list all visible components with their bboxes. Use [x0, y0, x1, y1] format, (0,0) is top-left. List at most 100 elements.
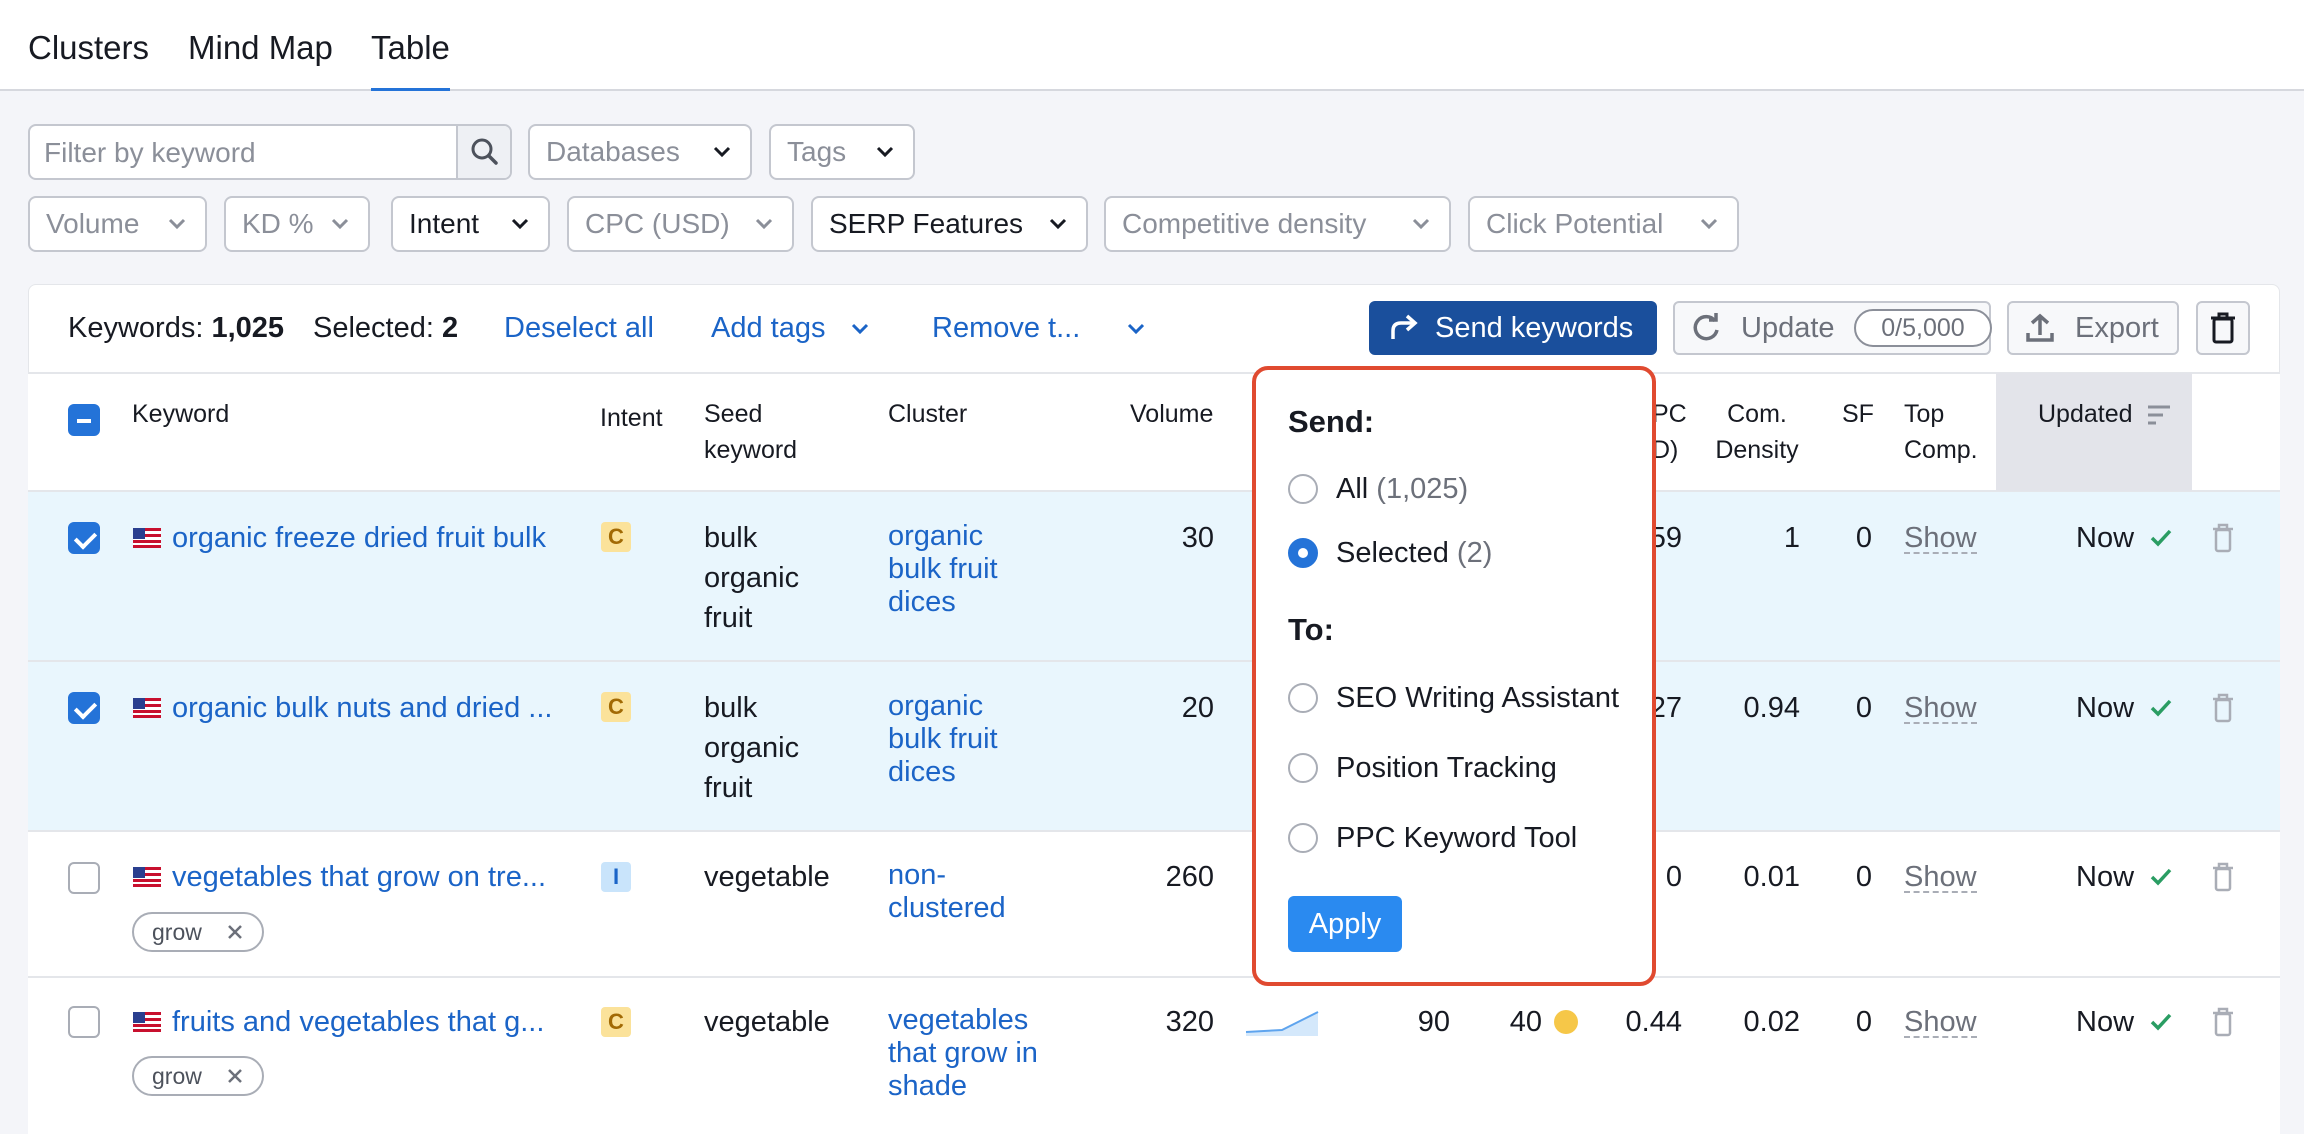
column-seed-keyword[interactable]: Seed keyword [704, 396, 797, 468]
radio-seo-writing-assistant[interactable] [1288, 683, 1318, 713]
cluster-link[interactable]: organic bulk fruit dices [888, 520, 998, 619]
close-icon[interactable] [226, 1067, 244, 1085]
keyword-link[interactable]: organic freeze dried fruit bulk [172, 518, 546, 558]
radio-send-all-label[interactable]: All (1,025) [1336, 469, 1468, 509]
radio-ppc-keyword-tool[interactable] [1288, 823, 1318, 853]
tags-dropdown[interactable]: Tags [769, 124, 915, 180]
trash-icon[interactable] [2211, 523, 2235, 553]
serp-features-dropdown[interactable]: SERP Features [811, 196, 1088, 252]
column-cpc[interactable]: PC D) [1652, 396, 1687, 468]
deselect-all-link[interactable]: Deselect all [504, 308, 654, 348]
select-all-checkbox[interactable] [68, 404, 100, 436]
keyword-link[interactable]: vegetables that grow on tre... [172, 857, 546, 897]
trash-icon [2211, 312, 2235, 344]
competitive-density-label: Competitive density [1122, 208, 1367, 239]
column-seed-keyword-line2: keyword [704, 436, 798, 464]
send-all-count: (1,025) [1376, 473, 1469, 505]
show-competitors-link[interactable]: Show [1904, 518, 1977, 554]
search-button[interactable] [456, 126, 510, 178]
sort-icon[interactable] [2146, 404, 2172, 426]
radio-ppc-keyword-tool-label[interactable]: PPC Keyword Tool [1336, 818, 1577, 858]
trash-icon[interactable] [2211, 693, 2235, 723]
row-checkbox[interactable] [68, 692, 100, 724]
chevron-down-icon [755, 218, 773, 230]
radio-position-tracking[interactable] [1288, 753, 1318, 783]
seed-keyword: vegetable [704, 1006, 830, 1038]
close-icon[interactable] [226, 923, 244, 941]
cluster-line: organic [888, 690, 984, 722]
send-selected-count: (2) [1456, 537, 1493, 569]
intent-badge: C [601, 1007, 631, 1037]
trash-icon[interactable] [2211, 1007, 2235, 1037]
upload-icon [2026, 313, 2054, 342]
volume-value: 30 [1181, 522, 1214, 554]
apply-button[interactable]: Apply [1288, 896, 1402, 952]
cpc-dropdown[interactable]: CPC (USD) [567, 196, 794, 252]
send-keywords-button[interactable]: Send keywords [1369, 301, 1657, 355]
selected-count-value: 2 [441, 312, 459, 344]
tab-clusters[interactable]: Clusters [28, 0, 149, 91]
radio-send-all[interactable] [1288, 474, 1318, 504]
competitive-density-dropdown[interactable]: Competitive density [1104, 196, 1451, 252]
column-keyword[interactable]: Keyword [132, 396, 229, 432]
seed-line: fruit [704, 772, 753, 804]
column-updated[interactable]: Updated [2038, 396, 2133, 432]
column-volume[interactable]: Volume [1130, 396, 1213, 432]
intent-badge: C [601, 522, 631, 552]
column-com-density[interactable]: Com. Density [1714, 396, 1800, 468]
keyword-filter-input[interactable] [44, 134, 464, 172]
delete-all-button[interactable] [2196, 301, 2250, 355]
keywords-count: Keywords: 1,025 [68, 308, 284, 348]
row-checkbox[interactable] [68, 522, 100, 554]
volume-value: 260 [1165, 861, 1214, 893]
tab-table[interactable]: Table [371, 0, 450, 93]
volume-dropdown[interactable]: Volume [28, 196, 207, 252]
column-top-comp[interactable]: Top Comp. [1904, 396, 1978, 468]
add-tags-dropdown[interactable]: Add tags [711, 308, 868, 348]
kd-dropdown[interactable]: KD % [224, 196, 370, 252]
show-competitors-link[interactable]: Show [1904, 1002, 1977, 1038]
intent-badge: I [601, 862, 631, 892]
show-competitors-link[interactable]: Show [1904, 688, 1977, 724]
radio-send-selected-label[interactable]: Selected (2) [1336, 533, 1492, 573]
seed-line: bulk [704, 522, 758, 554]
click-potential-dropdown[interactable]: Click Potential [1468, 196, 1739, 252]
databases-dropdown[interactable]: Databases [528, 124, 752, 180]
row-checkbox[interactable] [68, 862, 100, 894]
databases-label: Databases [546, 136, 680, 167]
kd-difficulty-dot [1554, 1010, 1578, 1034]
column-cluster[interactable]: Cluster [888, 396, 967, 432]
column-sf[interactable]: SF [1842, 396, 1874, 432]
column-intent[interactable]: Intent [600, 400, 663, 436]
cluster-link[interactable]: non- clustered [888, 859, 1006, 925]
sf-value: 0 [1855, 861, 1872, 893]
keywords-count-value: 1,025 [211, 312, 285, 344]
check-icon [2150, 1013, 2172, 1031]
keyword-link[interactable]: fruits and vegetables that g... [172, 1002, 544, 1042]
export-button[interactable]: Export [2007, 301, 2179, 355]
updated-value: Now [2076, 861, 2135, 893]
cluster-link[interactable]: vegetables that grow in shade [888, 1004, 1038, 1103]
cluster-line: non- [888, 859, 947, 891]
intent-badge: C [601, 692, 631, 722]
volume-value: 20 [1181, 692, 1214, 724]
radio-send-selected[interactable] [1288, 538, 1318, 568]
share-arrow-icon [1391, 314, 1418, 339]
cluster-link[interactable]: organic bulk fruit dices [888, 690, 998, 789]
column-top-comp-line1: Top [1904, 400, 1945, 428]
chevron-down-icon [851, 323, 868, 335]
keyword-link[interactable]: organic bulk nuts and dried ... [172, 688, 552, 728]
radio-position-tracking-label[interactable]: Position Tracking [1336, 748, 1557, 788]
cluster-line: bulk fruit [888, 553, 998, 585]
cluster-line: clustered [888, 892, 1006, 924]
intent-dropdown[interactable]: Intent [391, 196, 550, 252]
radio-seo-writing-assistant-label[interactable]: SEO Writing Assistant [1336, 678, 1619, 718]
row-checkbox[interactable] [68, 1006, 100, 1038]
show-competitors-link[interactable]: Show [1904, 857, 1977, 893]
remove-tags-dropdown[interactable]: Remove t... [932, 308, 1145, 348]
chevron-down-icon [876, 146, 894, 158]
trash-icon[interactable] [2211, 862, 2235, 892]
tab-mind-map[interactable]: Mind Map [188, 0, 333, 91]
com-density-value: 1 [1783, 522, 1800, 554]
us-flag-icon [133, 528, 161, 548]
